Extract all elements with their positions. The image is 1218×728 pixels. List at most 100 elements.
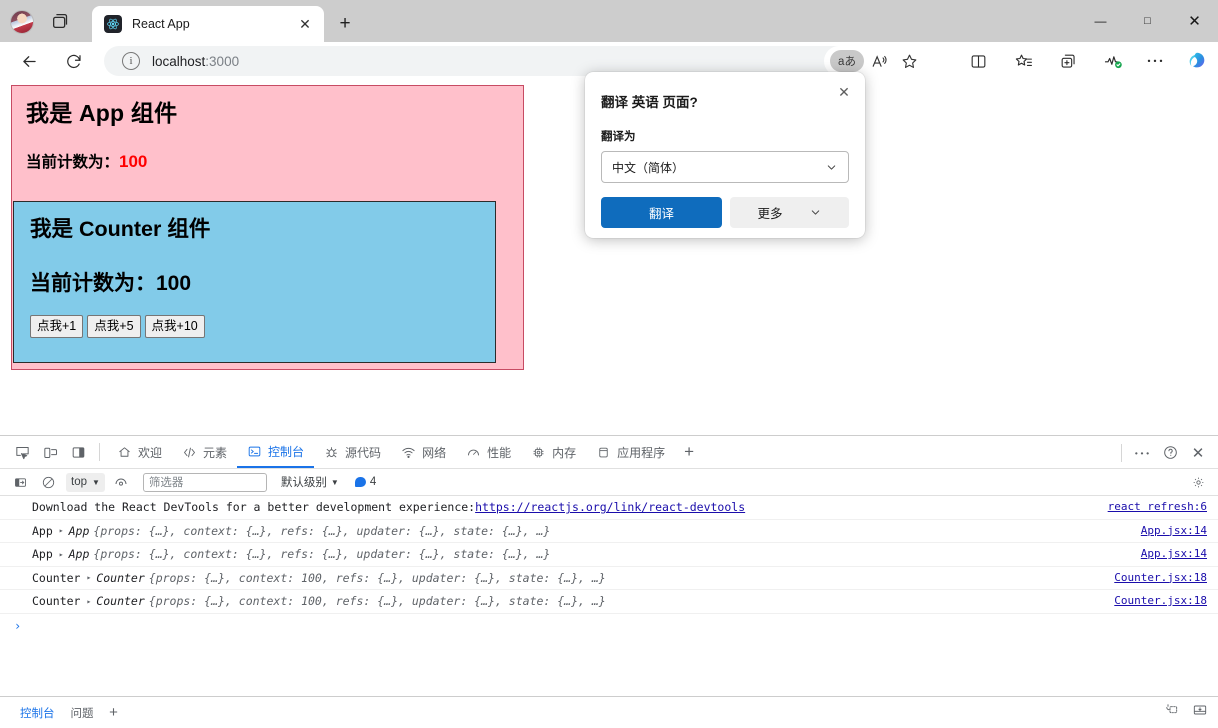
home-icon [117,445,132,460]
dock-side-icon[interactable] [64,439,92,465]
counter-count-label: 当前计数为： [30,272,156,295]
devtools-tab-memory[interactable]: 内存 [521,436,586,468]
language-select[interactable]: 中文（简体） [601,151,849,183]
browser-more-button[interactable]: ⋯ [1139,46,1171,76]
add-status-panel-button[interactable]: + [102,703,126,723]
device-toolbar-icon[interactable] [36,439,64,465]
devtools-tab-console[interactable]: 控制台 [237,436,314,468]
counter-component-container: 我是 Counter 组件 当前计数为：100 点我+1 点我+5 点我+10 [13,201,496,363]
console-source-link[interactable]: App.jsx:14 [1141,524,1207,537]
url-port: :3000 [205,54,239,69]
close-icon[interactable]: ✕ [832,80,856,104]
favorites-list-icon[interactable] [1007,46,1039,76]
react-devtools-link[interactable]: https://reactjs.org/link/react-devtools [475,500,745,514]
read-aloud-icon[interactable] [864,46,894,76]
devtools-more-button[interactable]: ⋯ [1128,440,1156,466]
expand-arrow-icon[interactable]: ▸ [59,550,64,559]
dock-panel-icon[interactable] [1192,702,1208,718]
devtools-tab-sources[interactable]: 源代码 [314,436,391,468]
filter-input[interactable]: 筛选器 [143,473,267,492]
context-selector[interactable]: top ▼ [66,473,105,492]
devtools-tab-performance[interactable]: 性能 [456,436,521,468]
new-tab-button[interactable]: + [332,11,358,37]
console-icon [247,444,262,459]
maximize-button[interactable]: □ [1124,0,1171,42]
console-row-counter-1[interactable]: Counter ▸ Counter {props: {…}, context: … [0,567,1218,591]
site-info-icon[interactable]: i [122,52,140,70]
expand-arrow-icon[interactable]: ▸ [86,573,91,582]
translate-popup-title: 翻译 英语 页面? [601,91,849,111]
star-icon[interactable] [894,46,924,76]
increment-by-1-button[interactable]: 点我+1 [30,315,83,338]
add-devtools-tab-button[interactable]: + [675,439,703,465]
translate-button[interactable]: 翻译 [601,197,722,228]
console-source-link[interactable]: Counter.jsx:18 [1114,571,1207,584]
close-devtools-button[interactable]: ✕ [1184,440,1212,466]
help-icon[interactable] [1156,440,1184,466]
browser-essentials-icon[interactable] [1097,46,1129,76]
console-sidebar-icon[interactable] [8,471,32,493]
devtools-tab-label: 网络 [422,444,446,461]
profile-avatar-icon[interactable] [10,10,34,34]
console-object-name: App [69,524,90,538]
expand-arrow-icon[interactable]: ▸ [59,526,64,535]
console-row-app-2[interactable]: App ▸ App {props: {…}, context: {…}, ref… [0,543,1218,567]
console-source-link[interactable]: Counter.jsx:18 [1114,594,1207,607]
console-row-counter-2[interactable]: Counter ▸ Counter {props: {…}, context: … [0,590,1218,614]
status-tab-issues[interactable]: 问题 [63,703,102,723]
back-icon[interactable] [14,46,44,76]
performance-gauge-icon [466,445,481,460]
console-message-list: Download the React DevTools for a better… [0,496,1218,682]
console-object-name: App [69,547,90,561]
copilot-icon[interactable] [1181,46,1213,76]
app-component-container: 我是 App 组件 当前计数为：100 我是 Counter 组件 当前计数为：… [11,85,524,370]
issues-badge[interactable]: 4 [355,476,376,488]
expand-arrow-icon[interactable]: ▸ [86,597,91,606]
devtools-tab-label: 性能 [487,444,511,461]
increment-by-10-button[interactable]: 点我+10 [145,315,205,338]
devtools-tab-welcome[interactable]: 欢迎 [107,436,172,468]
reload-icon[interactable] [59,46,89,76]
application-database-icon [596,445,611,460]
devtools-tab-label: 应用程序 [617,444,665,461]
split-screen-icon[interactable] [962,46,994,76]
devtools-tab-network[interactable]: 网络 [391,436,456,468]
close-window-button[interactable]: ✕ [1171,0,1218,42]
console-log-tag: Counter [32,571,80,585]
clear-console-icon[interactable] [36,471,60,493]
live-expression-icon[interactable] [109,471,133,493]
increment-by-5-button[interactable]: 点我+5 [87,315,140,338]
refresh-panel-icon[interactable] [1164,702,1180,718]
console-row-app-1[interactable]: App ▸ App {props: {…}, context: {…}, ref… [0,520,1218,544]
counter-count-value: 100 [156,272,191,295]
console-row-react-devtools[interactable]: Download the React DevTools for a better… [0,496,1218,520]
tab-close-icon[interactable]: ✕ [294,13,316,35]
devtools-tab-elements[interactable]: 元素 [172,436,237,468]
more-options-button[interactable]: 更多 [730,197,849,228]
window-controls: — □ ✕ [1077,0,1218,42]
tab-title: React App [132,17,294,31]
actions-divider [1121,444,1122,462]
console-source-link[interactable]: App.jsx:14 [1141,547,1207,560]
counter-heading: 我是 Counter 组件 [30,216,479,244]
collections-add-icon[interactable] [1052,46,1084,76]
reading-mode-icon[interactable]: aあ [830,50,864,72]
issues-bubble-icon [355,477,366,487]
console-input-prompt[interactable]: › [0,614,1218,638]
browser-tab-react-app[interactable]: React App ✕ [92,6,324,42]
memory-chip-icon [531,445,546,460]
inspect-element-icon[interactable] [8,439,36,465]
minimize-button[interactable]: — [1077,0,1124,42]
console-object-preview: {props: {…}, context: 100, refs: {…}, up… [149,571,606,585]
console-source-link[interactable]: react refresh:6 [1108,500,1207,513]
url-host: localhost [152,54,205,69]
status-tab-console[interactable]: 控制台 [12,703,63,723]
gear-icon[interactable] [1188,472,1208,492]
toolbar-divider [99,443,100,461]
log-level-selector[interactable]: 默认级别 ▼ [281,474,339,490]
app-count-text: 当前计数为：100 [26,150,509,172]
workspaces-icon[interactable] [50,10,74,34]
app-heading: 我是 App 组件 [26,99,509,128]
devtools-tab-application[interactable]: 应用程序 [586,436,675,468]
chevron-down-icon: ▼ [92,478,100,487]
